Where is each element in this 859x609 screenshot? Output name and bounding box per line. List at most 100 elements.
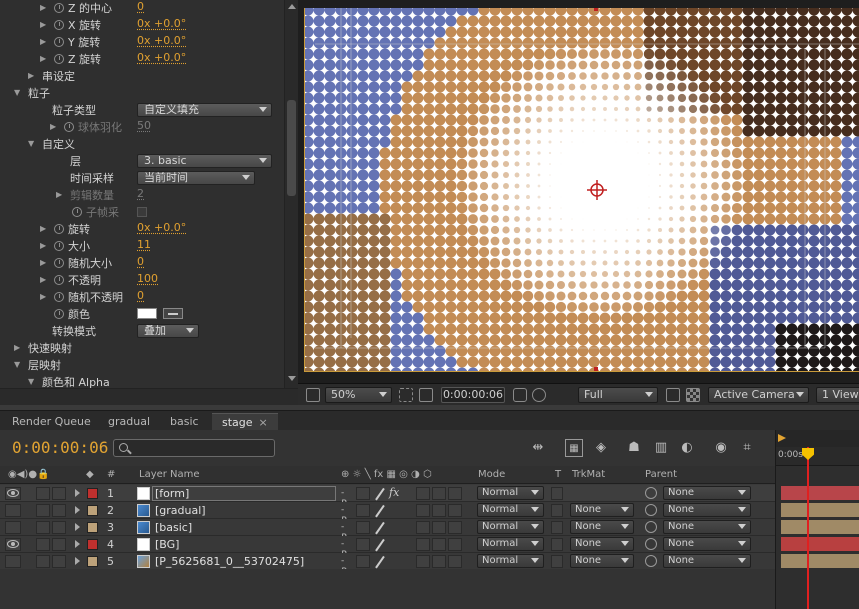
trkmat-dropdown[interactable]: None — [570, 503, 634, 517]
time-navigator[interactable] — [776, 430, 859, 447]
solo-switch[interactable] — [36, 555, 50, 568]
layer-name[interactable]: [gradual] — [155, 504, 206, 517]
shy-switch-icon[interactable]: -₽- — [341, 488, 353, 509]
mode-dropdown[interactable]: Normal — [477, 486, 544, 500]
effect-property-value[interactable]: 0x +0.0° — [137, 221, 186, 234]
effect-property-row[interactable]: 子帧采 — [0, 203, 284, 220]
tab-stage[interactable]: stage × — [212, 413, 278, 431]
effect-property-value[interactable]: 0x +0.0° — [137, 51, 186, 64]
pick-whip-icon[interactable] — [645, 538, 657, 550]
frame-blend-switch[interactable] — [416, 487, 430, 500]
effect-property-row[interactable]: ▶ 不透明 100 — [0, 271, 284, 288]
pick-whip-icon[interactable] — [645, 487, 657, 499]
frame-blend-switch[interactable] — [416, 555, 430, 568]
trkmat-dropdown[interactable]: None — [570, 520, 634, 534]
layer-row[interactable]: 4 [BG] -₽- Normal None None — [0, 536, 775, 560]
time-graph[interactable]: 0:00s — [775, 430, 859, 609]
twirl-closed-icon[interactable] — [75, 506, 80, 514]
layer-name-column-header[interactable]: Layer Name — [139, 469, 200, 480]
effect-property-row[interactable]: ▶ 随机大小 0 — [0, 254, 284, 271]
effect-property-row[interactable]: ▶ 串设定 — [0, 67, 284, 84]
layer-label-color[interactable] — [87, 539, 98, 550]
effect-property-value[interactable]: 11 — [137, 238, 151, 251]
hide-shy-layers-icon[interactable]: ☗ — [625, 439, 643, 457]
trkmat-dropdown[interactable]: None — [570, 537, 634, 551]
effect-property-row[interactable]: ▶ 剪辑数量 2 — [0, 186, 284, 203]
layer-duration-bar[interactable] — [781, 537, 859, 551]
motion-blur-switch[interactable] — [432, 504, 446, 517]
view-layout-dropdown[interactable]: 1 View — [816, 387, 859, 403]
twirl-closed-icon[interactable]: ▶ — [14, 344, 22, 352]
frame-blend-switch[interactable] — [416, 521, 430, 534]
composition-mini-flowchart-icon[interactable]: ⇹ — [529, 439, 547, 457]
effect-property-row[interactable]: 转换模式 叠加 — [0, 322, 284, 339]
eye-icon[interactable] — [7, 489, 19, 497]
parent-dropdown[interactable]: None — [663, 503, 751, 517]
pick-whip-icon[interactable] — [645, 555, 657, 567]
collapse-switch[interactable] — [356, 504, 370, 517]
layer-row[interactable]: 5 [P_5625681_0__53702475] -₽- Normal None Non… — [0, 553, 775, 577]
effect-property-value[interactable]: 0x +0.0° — [137, 34, 186, 47]
effect-dropdown[interactable]: 当前时间 — [137, 171, 255, 185]
viewer-timecode[interactable]: 0:00:00:06 — [441, 387, 505, 403]
zoom-dropdown[interactable]: 50% — [325, 387, 392, 403]
twirl-closed-icon[interactable]: ▶ — [40, 4, 48, 12]
layer-duration-bar[interactable] — [781, 520, 859, 534]
twirl-closed-icon[interactable]: ▶ — [28, 72, 36, 80]
snapshot-camera-icon[interactable] — [513, 388, 527, 402]
tab-basic[interactable]: basic — [160, 413, 209, 431]
preserve-transparency-switch[interactable] — [551, 487, 563, 500]
effect-property-row[interactable]: 层 3. basic — [0, 152, 284, 169]
preserve-transparency-switch[interactable] — [551, 555, 563, 568]
effect-property-value[interactable]: 2 — [137, 187, 144, 200]
twirl-closed-icon[interactable]: ▶ — [40, 259, 48, 267]
twirl-closed-icon[interactable]: ▶ — [40, 276, 48, 284]
twirl-closed-icon[interactable] — [75, 540, 80, 548]
frame-blend-switch[interactable] — [416, 538, 430, 551]
layer-name[interactable]: [basic] — [155, 521, 192, 534]
layer-label-color[interactable] — [87, 556, 98, 567]
adjustment-switch[interactable] — [448, 538, 462, 551]
layer-duration-bar[interactable] — [781, 486, 859, 500]
lock-switch[interactable] — [52, 555, 66, 568]
solo-switch[interactable] — [36, 538, 50, 551]
effect-property-row[interactable]: ▶ Z 的中心 0 — [0, 0, 284, 16]
composition-canvas[interactable] — [304, 8, 859, 372]
eye-icon[interactable] — [7, 540, 19, 548]
effects-vertical-scrollbar[interactable] — [284, 0, 298, 388]
stopwatch-icon[interactable] — [54, 224, 64, 234]
layer-duration-bar[interactable] — [781, 554, 859, 568]
lock-switch[interactable] — [52, 521, 66, 534]
effect-property-row[interactable]: ▶ 随机不透明 0 — [0, 288, 284, 305]
quality-slash-icon[interactable] — [374, 539, 386, 550]
stopwatch-icon[interactable] — [54, 241, 64, 251]
pick-whip-icon[interactable] — [645, 504, 657, 516]
color-swatch[interactable] — [137, 308, 157, 319]
frame-blend-switch[interactable] — [416, 504, 430, 517]
scroll-thumb[interactable] — [287, 100, 296, 196]
lock-switch[interactable] — [52, 504, 66, 517]
lock-switch[interactable] — [52, 487, 66, 500]
transparency-grid-icon[interactable] — [419, 388, 433, 402]
effect-dropdown[interactable]: 叠加 — [137, 324, 199, 338]
twirl-closed-icon[interactable]: ▶ — [40, 21, 48, 29]
twirl-closed-icon[interactable]: ▶ — [50, 123, 58, 131]
mode-dropdown[interactable]: Normal — [477, 554, 544, 568]
effect-property-row[interactable]: ▶ X 旋转 0x +0.0° — [0, 16, 284, 33]
layer-label-color[interactable] — [87, 505, 98, 516]
effect-checkbox[interactable] — [137, 207, 147, 217]
twirl-open-icon[interactable]: ▼ — [14, 89, 22, 97]
scroll-up-icon[interactable] — [288, 4, 296, 9]
camera-dropdown[interactable]: Active Camera — [708, 387, 809, 403]
parent-dropdown[interactable]: None — [663, 554, 751, 568]
twirl-closed-icon[interactable] — [75, 523, 80, 531]
video-switch[interactable] — [5, 521, 21, 534]
stopwatch-icon[interactable] — [54, 54, 64, 64]
eyedropper-icon[interactable] — [163, 308, 183, 319]
preserve-transparency-switch[interactable] — [551, 521, 563, 534]
checkerboard-icon[interactable] — [686, 388, 700, 402]
motion-blur-icon[interactable]: ◐ — [678, 439, 696, 457]
fast-previews-icon[interactable] — [666, 388, 680, 402]
layer-name[interactable]: [BG] — [155, 538, 179, 551]
preserve-transparency-switch[interactable] — [551, 504, 563, 517]
